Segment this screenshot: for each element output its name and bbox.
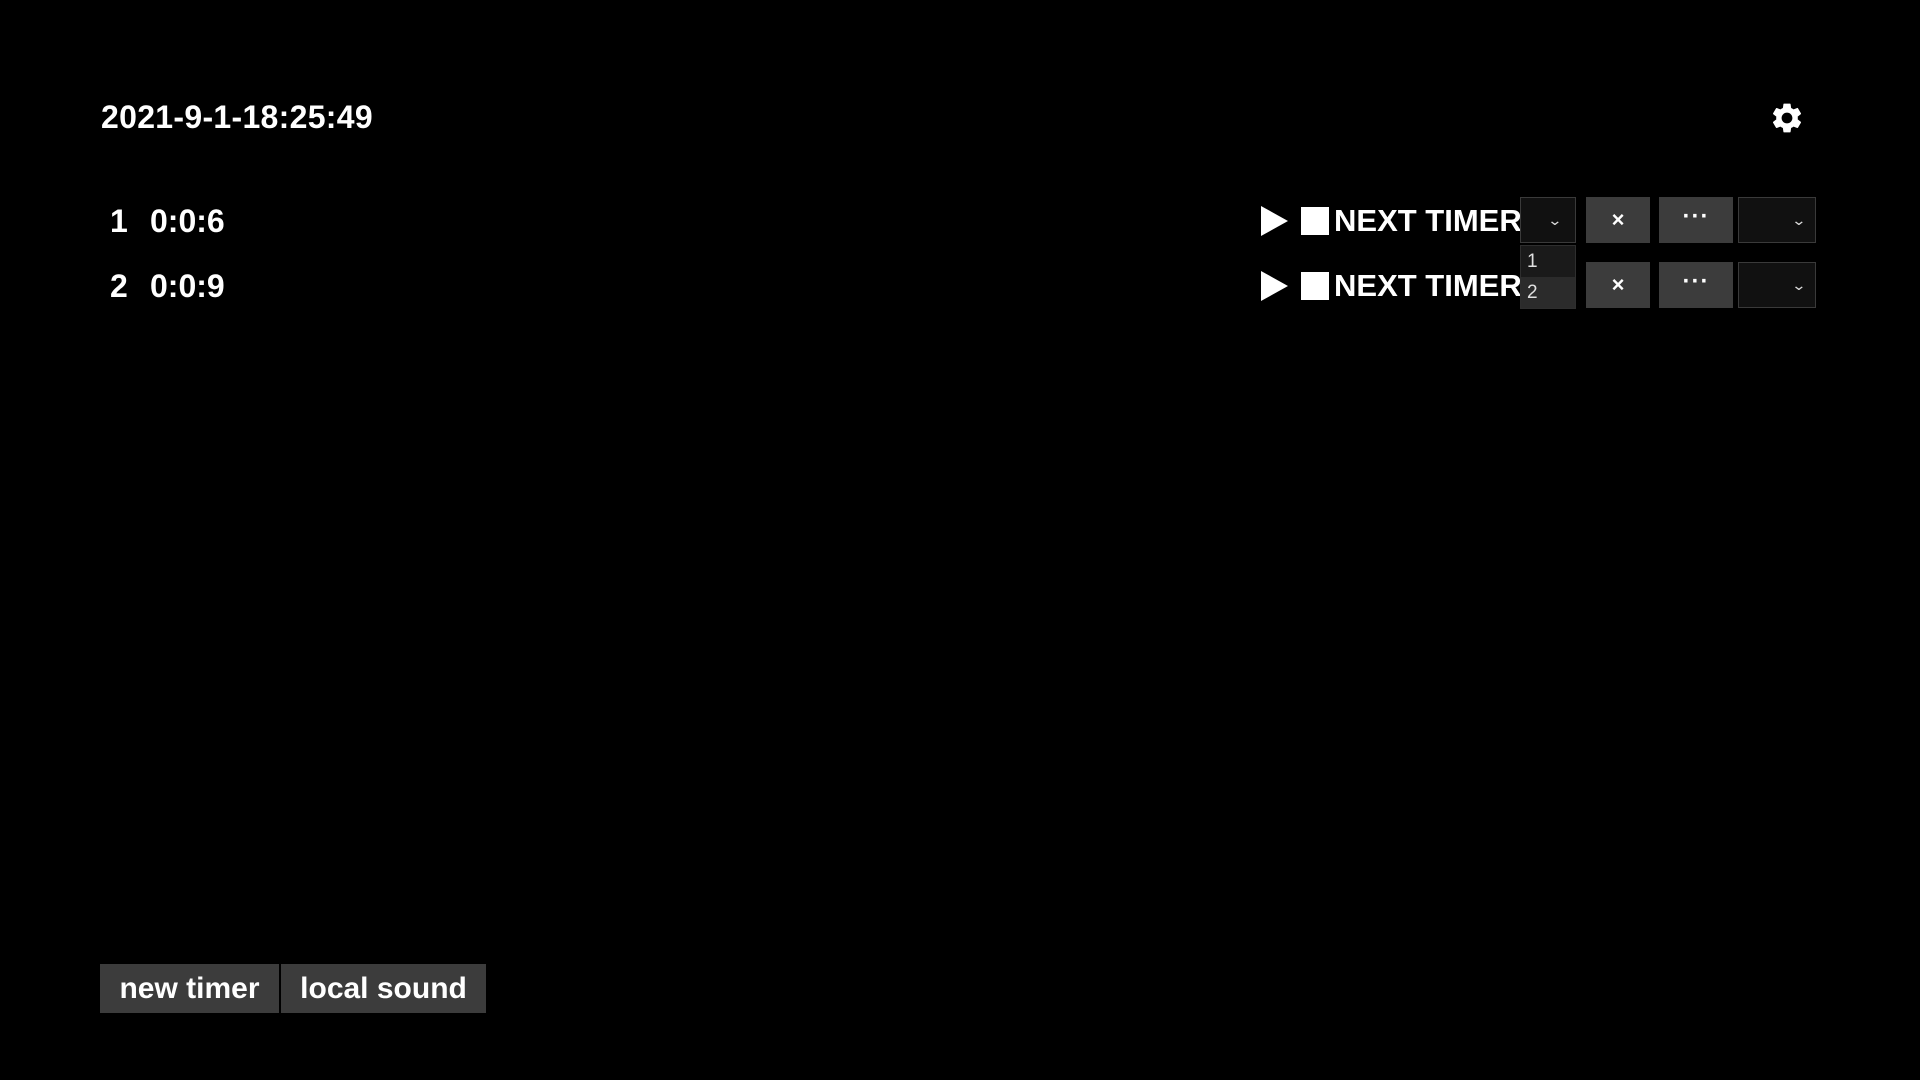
sound-select[interactable]: ⌄ — [1738, 262, 1816, 308]
sound-select[interactable]: ⌄ — [1738, 197, 1816, 243]
play-button[interactable] — [1259, 270, 1289, 302]
gear-icon — [1769, 100, 1805, 136]
chevron-down-icon: ⌄ — [1791, 277, 1807, 293]
new-timer-button[interactable]: new timer — [100, 964, 279, 1013]
next-timer-label: NEXT TIMER — [1334, 268, 1522, 303]
stop-button[interactable] — [1301, 272, 1329, 300]
dropdown-option-1[interactable]: 1 — [1521, 246, 1575, 277]
stop-button[interactable] — [1301, 207, 1329, 235]
next-timer-select[interactable]: ⌄ — [1520, 197, 1576, 243]
more-options-button[interactable]: ··· — [1659, 262, 1733, 308]
dropdown-option-2[interactable]: 2 — [1521, 277, 1575, 308]
timer-time: 0:0:6 — [150, 203, 225, 239]
timer-app: 2021-9-1-18:25:49 1 0:0:6 NEXT TIMER ⌄ ×… — [0, 0, 1920, 1080]
play-icon — [1259, 270, 1289, 302]
chevron-down-icon: ⌄ — [1791, 212, 1807, 228]
play-button[interactable] — [1259, 205, 1289, 237]
timer-row-1: 1 0:0:6 NEXT TIMER ⌄ × ··· ⌄ — [0, 197, 1920, 245]
timer-row-2: 2 0:0:9 NEXT TIMER ⌄ × ··· ⌄ — [0, 262, 1920, 310]
delete-timer-button[interactable]: × — [1586, 262, 1650, 308]
next-timer-label: NEXT TIMER — [1334, 203, 1522, 238]
delete-timer-button[interactable]: × — [1586, 197, 1650, 243]
timer-time: 0:0:9 — [150, 268, 225, 304]
timer-index: 1 — [110, 203, 128, 239]
more-options-button[interactable]: ··· — [1659, 197, 1733, 243]
local-sound-button[interactable]: local sound — [281, 964, 486, 1013]
settings-button[interactable] — [1769, 100, 1805, 136]
clock-display: 2021-9-1-18:25:49 — [101, 99, 373, 135]
timer-index: 2 — [110, 268, 128, 304]
play-icon — [1259, 205, 1289, 237]
chevron-down-icon: ⌄ — [1547, 212, 1563, 228]
next-timer-dropdown-list: 1 2 — [1520, 245, 1576, 309]
